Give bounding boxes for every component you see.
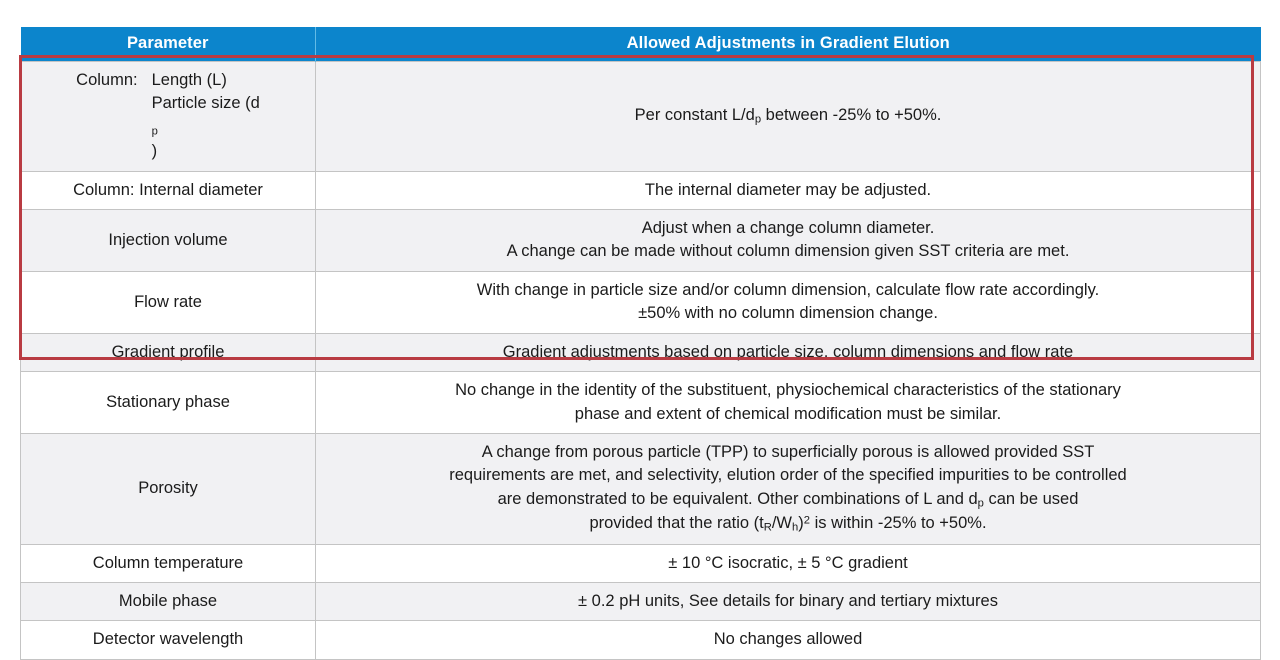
table-row: Mobile phase ± 0.2 pH units, See details… xyxy=(20,582,1261,622)
row-value-gradient-profile: Gradient adjustments based on particle s… xyxy=(315,332,1261,373)
row-parameter-mobile-phase: Mobile phase xyxy=(20,582,316,622)
value-line-2: A change can be made without column dime… xyxy=(506,242,1070,261)
value-line-1: A change from porous particle (TPP) to s… xyxy=(481,443,1095,462)
table-body: Column: Length (L) Particle size (d p) Per … xyxy=(20,61,1261,660)
value-line-3: are demonstrated to be equivalent. Other… xyxy=(326,488,1250,512)
value-line-2: requirements are met, and selectivity, e… xyxy=(449,466,1127,485)
value-line-2: phase and extent of chemical modificatio… xyxy=(574,404,1002,423)
value-line-3-post: can be used xyxy=(983,489,1079,508)
row-value-injection-volume: Adjust when a change column diameter. A … xyxy=(315,209,1261,272)
row-parameter-flow-rate: Flow rate xyxy=(20,270,316,334)
value-line-4-mid: /W xyxy=(771,514,792,533)
row-value-column-temperature: ± 10 °C isocratic, ± 5 °C gradient xyxy=(315,543,1261,584)
value-line-3-pre: are demonstrated to be equivalent. Other… xyxy=(497,489,978,508)
value-line-4-subscript-r: R xyxy=(763,521,772,534)
value-text-group: Per constant L/dp between -25% to +50%. xyxy=(634,106,942,125)
row-parameter-stationary-phase: Stationary phase xyxy=(20,371,316,435)
row-value-column-internal-diameter: The internal diameter may be adjusted. xyxy=(315,170,1261,211)
value-line-1: With change in particle size and/or colu… xyxy=(476,280,1100,299)
table-header-row: Parameter Allowed Adjustments in Gradien… xyxy=(20,27,1261,62)
column-header-allowed-adjustments: Allowed Adjustments in Gradient Elution xyxy=(315,27,1261,62)
table-row: Porosity A change from porous particle (… xyxy=(20,433,1261,545)
value-line-2: ±50% with no column dimension change. xyxy=(638,304,938,323)
value-line-1: No change in the identity of the substit… xyxy=(455,381,1121,400)
row-value-detector-wavelength: No changes allowed xyxy=(315,620,1261,660)
column-spec-label: Column: xyxy=(76,71,138,89)
row-value-column-length-particle: Per constant L/dp between -25% to +50%. xyxy=(315,61,1261,172)
row-parameter-gradient-profile: Gradient profile xyxy=(20,332,316,373)
particle-size-text: Particle size (d xyxy=(151,94,260,113)
row-parameter-column-temperature: Column temperature xyxy=(20,543,316,584)
table-row: Column: Length (L) Particle size (d p) Per … xyxy=(20,61,1261,172)
row-parameter-column-length-particle: Column: Length (L) Particle size (d p) xyxy=(20,61,316,172)
value-line-4-pre: provided that the ratio (t xyxy=(589,514,764,533)
value-text-post: between -25% to +50%. xyxy=(761,106,942,125)
column-spec-group: Column: Length (L) Particle size (d p) xyxy=(76,69,260,164)
table-row: Flow rate With change in particle size a… xyxy=(20,270,1261,334)
table-row: Detector wavelength No changes allowed xyxy=(20,620,1261,660)
table-row: Stationary phase No change in the identi… xyxy=(20,371,1261,435)
allowed-adjustments-table: Parameter Allowed Adjustments in Gradien… xyxy=(20,27,1261,660)
table-row: Column: Internal diameter The internal d… xyxy=(20,170,1261,211)
column-spec-length: Length (L) xyxy=(151,71,227,89)
particle-size-close: ) xyxy=(151,142,158,161)
row-value-porosity: A change from porous particle (TPP) to s… xyxy=(315,433,1261,545)
gradient-elution-table-container: Parameter Allowed Adjustments in Gradien… xyxy=(20,27,1261,660)
value-text-pre: Per constant L/d xyxy=(634,106,755,125)
row-parameter-porosity: Porosity xyxy=(20,433,316,545)
particle-size-subscript: p xyxy=(151,125,158,138)
value-line-1: Adjust when a change column diameter. xyxy=(641,219,935,238)
column-header-parameter: Parameter xyxy=(20,27,316,62)
value-line-4-post: is within -25% to +50%. xyxy=(810,514,987,533)
value-line-4: provided that the ratio (tR/Wh)2 is with… xyxy=(326,512,1250,536)
table-row: Gradient profile Gradient adjustments ba… xyxy=(20,332,1261,373)
column-spec-particle-size: Particle size (d p) xyxy=(152,92,260,163)
row-value-mobile-phase: ± 0.2 pH units, See details for binary a… xyxy=(315,582,1261,622)
table-row: Injection volume Adjust when a change co… xyxy=(20,209,1261,272)
table-row: Column temperature ± 10 °C isocratic, ± … xyxy=(20,543,1261,584)
column-spec-values: Length (L) Particle size (d p) xyxy=(152,69,260,164)
row-value-flow-rate: With change in particle size and/or colu… xyxy=(315,270,1261,334)
row-parameter-injection-volume: Injection volume xyxy=(20,209,316,272)
table-header: Parameter Allowed Adjustments in Gradien… xyxy=(20,27,1261,62)
row-parameter-detector-wavelength: Detector wavelength xyxy=(20,620,316,660)
row-value-stationary-phase: No change in the identity of the substit… xyxy=(315,371,1261,435)
row-parameter-column-internal-diameter: Column: Internal diameter xyxy=(20,170,316,211)
